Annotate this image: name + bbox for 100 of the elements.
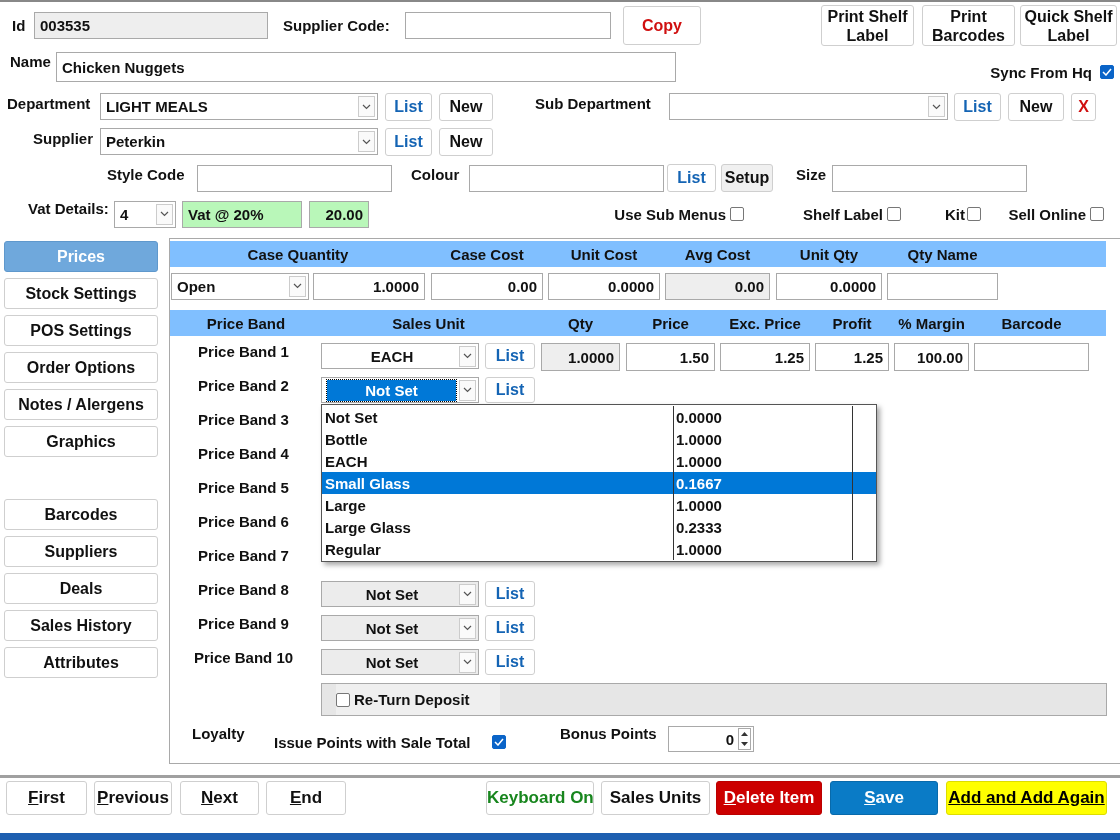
field-label: Colour (411, 166, 461, 183)
vat-rate[interactable]: 20.00 (309, 200, 369, 228)
list-option[interactable]: Bottle 1.0000 (322, 428, 876, 450)
column-header: Profit (831, 314, 873, 332)
number-field[interactable]: 0.00 (665, 272, 770, 300)
button[interactable]: List (385, 92, 432, 121)
column-header: Sales Unit (391, 314, 466, 332)
tab[interactable]: Stock Settings (4, 278, 158, 309)
button[interactable]: New (439, 127, 493, 156)
button[interactable]: Delete Item (716, 781, 822, 815)
number-field[interactable]: 1.25 (720, 343, 810, 371)
button[interactable]: Setup (721, 164, 773, 192)
barcode-field[interactable] (974, 343, 1089, 371)
vat-description[interactable]: Vat @ 20% (182, 200, 302, 228)
spinner-arrows-icon[interactable] (739, 729, 750, 749)
number-field[interactable]: 1.25 (815, 343, 889, 371)
number-field[interactable]: 0.00 (431, 272, 543, 300)
size-field[interactable] (832, 164, 1027, 192)
price-band-label: Price Band 9 (197, 615, 290, 632)
list-option[interactable]: Large 1.0000 (322, 494, 876, 516)
button[interactable]: Quick Shelf Label (1020, 5, 1117, 46)
checkbox[interactable] (967, 207, 981, 221)
number-spinner[interactable]: 0 (668, 726, 754, 752)
list-option[interactable]: Regular 1.0000 (322, 538, 876, 560)
tab[interactable]: POS Settings (4, 315, 158, 346)
button[interactable]: List (485, 377, 535, 403)
field-label: Size (796, 166, 827, 183)
number-field[interactable]: 100.00 (894, 343, 969, 371)
button[interactable]: Copy (623, 6, 701, 45)
price-band-label: Price Band 2 (197, 377, 290, 394)
field-label: Vat Details: (28, 200, 110, 217)
dropdown[interactable]: Not Set (321, 377, 479, 403)
style-code-field[interactable] (197, 164, 392, 192)
number-field[interactable]: 1.0000 (313, 272, 425, 300)
text-field[interactable] (887, 272, 998, 300)
dropdown[interactable]: Peterkin (100, 128, 378, 155)
chevron-down-icon (463, 353, 472, 359)
button[interactable]: Sales Units (601, 781, 710, 815)
checkbox[interactable] (1100, 65, 1114, 79)
price-band-label: Price Band 6 (197, 513, 290, 530)
button[interactable]: Keyboard On (486, 781, 594, 815)
button[interactable]: Print Barcodes (922, 5, 1015, 46)
checkbox[interactable] (336, 692, 350, 707)
column-header: Avg Cost (683, 245, 752, 263)
number-field[interactable]: 1.50 (626, 343, 715, 371)
column-header: Case Quantity (246, 245, 350, 263)
button[interactable]: Print Shelf Label (821, 5, 914, 46)
button[interactable]: Save (830, 781, 938, 815)
colour-field[interactable] (469, 164, 664, 192)
name-field[interactable]: Chicken Nuggets (56, 52, 676, 82)
tab[interactable]: Notes / Alergens (4, 389, 158, 420)
button[interactable]: Previous (94, 781, 172, 815)
button[interactable]: List (667, 164, 716, 192)
checkbox[interactable] (730, 207, 744, 221)
tab[interactable]: Attributes (4, 647, 158, 678)
dropdown[interactable]: 4 (114, 200, 176, 228)
chevron-down-icon (463, 659, 472, 665)
dropdown[interactable]: LIGHT MEALS (100, 93, 378, 120)
dropdown[interactable]: EACH (321, 343, 479, 369)
checkbox[interactable] (887, 207, 901, 221)
tab[interactable]: Graphics (4, 426, 158, 457)
chevron-down-icon (293, 283, 302, 289)
checkbox[interactable] (1090, 207, 1104, 221)
button[interactable]: List (385, 127, 432, 156)
tab[interactable]: Suppliers (4, 536, 158, 567)
supplier-code-field[interactable] (405, 12, 611, 39)
chevron-down-icon (463, 625, 472, 631)
chevron-down-icon (160, 211, 169, 217)
list-option[interactable]: Not Set 0.0000 (322, 406, 876, 428)
button[interactable]: First (6, 781, 87, 815)
price-band-label: Price Band 1 (197, 343, 290, 360)
button[interactable]: Next (180, 781, 259, 815)
list-option[interactable]: Large Glass 0.2333 (322, 516, 876, 538)
dropdown[interactable] (669, 93, 948, 120)
number-field[interactable]: 0.0000 (776, 272, 882, 300)
field-label: Name (10, 53, 52, 70)
field-label: Supplier (33, 130, 94, 147)
number-field[interactable]: 0.0000 (548, 272, 660, 300)
tab[interactable]: Deals (4, 573, 158, 604)
button[interactable]: X (1071, 92, 1096, 121)
tab[interactable]: Barcodes (4, 499, 158, 530)
button[interactable]: List (485, 343, 535, 369)
chevron-down-icon (932, 103, 941, 110)
list-option[interactable]: Small Glass 0.1667 (322, 472, 876, 494)
field-label: Shelf Label (801, 205, 883, 223)
button[interactable]: Add and Add Again (946, 781, 1107, 815)
button[interactable]: End (266, 781, 346, 815)
column-header: Unit Qty (798, 245, 860, 263)
dropdown[interactable]: Open (171, 272, 309, 300)
field-label: Sync From Hq (989, 64, 1092, 81)
tab[interactable]: Order Options (4, 352, 158, 383)
tab[interactable]: Sales History (4, 610, 158, 641)
button[interactable]: List (954, 92, 1001, 121)
number-field[interactable]: 1.0000 (541, 343, 620, 371)
button[interactable]: New (439, 92, 493, 121)
field-label: Bonus Points (560, 725, 658, 742)
checkbox[interactable] (492, 735, 506, 749)
button[interactable]: New (1008, 92, 1064, 121)
price-band-label: Price Band 10 (192, 649, 295, 666)
id-field[interactable]: 003535 (34, 12, 268, 39)
